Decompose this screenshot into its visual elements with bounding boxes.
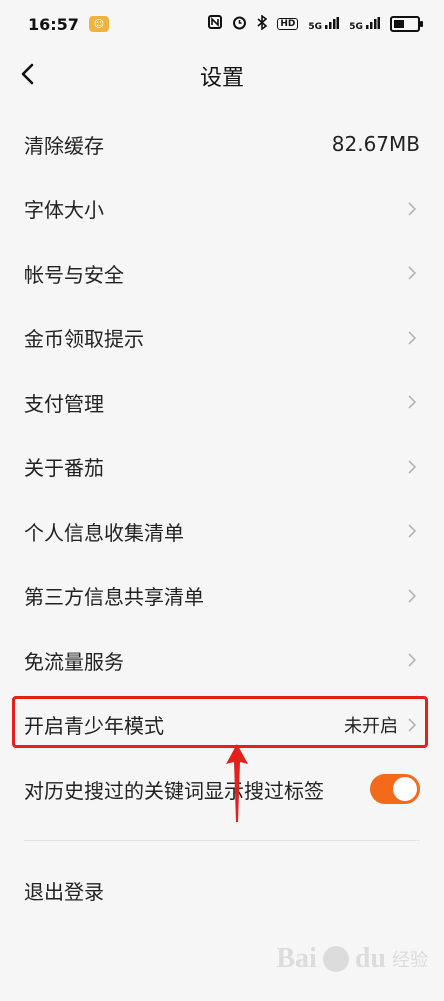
setting-font-size[interactable]: 字体大小	[0, 177, 444, 242]
signal-5g-icon: 5G	[349, 16, 380, 32]
battery-icon	[390, 16, 423, 32]
paw-icon	[322, 946, 349, 972]
chevron-right-icon	[404, 265, 420, 281]
setting-account-security[interactable]: 帐号与安全	[0, 241, 444, 306]
toggle-knob	[393, 777, 417, 802]
setting-free-data[interactable]: 免流量服务	[0, 628, 444, 693]
chevron-right-icon	[404, 459, 420, 475]
annotation-arrow-icon	[226, 744, 248, 822]
setting-third-party[interactable]: 第三方信息共享清单	[0, 564, 444, 629]
setting-label: 个人信息收集清单	[24, 520, 184, 545]
setting-label: 免流量服务	[24, 649, 124, 674]
bluetooth-icon	[257, 13, 268, 34]
chevron-right-icon	[404, 201, 420, 217]
chevron-right-icon	[404, 330, 420, 346]
logout-button[interactable]: 退出登录	[0, 858, 444, 923]
chevron-right-icon	[404, 523, 420, 539]
notification-app-icon: ☺	[88, 16, 109, 32]
setting-label: 字体大小	[24, 198, 104, 223]
setting-coin-reminder[interactable]: 金币领取提示	[0, 306, 444, 371]
alarm-icon	[232, 15, 247, 34]
setting-clear-cache[interactable]: 清除缓存 82.67MB	[0, 112, 444, 177]
setting-label: 清除缓存	[24, 133, 104, 158]
back-button[interactable]	[12, 58, 44, 90]
status-left: 16:57 ☺	[28, 15, 109, 34]
baidu-watermark-logo: Bai du 经验	[276, 943, 428, 975]
setting-label: 支付管理	[24, 391, 104, 416]
setting-label: 对历史搜过的关键词显示搜过标签	[24, 778, 324, 803]
setting-label: 关于番茄	[24, 456, 104, 481]
chevron-right-icon	[404, 588, 420, 604]
setting-personal-info[interactable]: 个人信息收集清单	[0, 499, 444, 564]
page-header: 设置	[0, 48, 444, 104]
cache-size-value: 82.67MB	[331, 132, 420, 157]
setting-label: 金币领取提示	[24, 327, 144, 352]
chevron-right-icon	[404, 394, 420, 410]
status-right: HD 5G 5G	[208, 13, 423, 34]
page-title: 设置	[199, 66, 244, 91]
setting-label: 第三方信息共享清单	[24, 585, 204, 610]
network-type-label: 5G	[308, 21, 323, 32]
search-tags-toggle[interactable]	[370, 774, 420, 805]
setting-payment[interactable]: 支付管理	[0, 370, 444, 435]
signal-5g-icon: 5G	[308, 16, 340, 32]
watermark-brand-text-2: du	[354, 943, 386, 974]
setting-search-tags: 对历史搜过的关键词显示搜过标签	[0, 757, 444, 822]
section-divider	[24, 840, 420, 841]
chevron-left-icon	[21, 63, 34, 85]
watermark-jingyan-text: 经验	[392, 950, 428, 971]
setting-label: 帐号与安全	[24, 262, 124, 287]
setting-about[interactable]: 关于番茄	[0, 435, 444, 500]
chevron-right-icon	[404, 652, 420, 668]
nfc-icon	[208, 15, 223, 33]
status-time: 16:57	[28, 14, 79, 34]
annotation-highlight-box	[12, 696, 428, 748]
status-bar: 16:57 ☺ HD 5G 5G	[0, 0, 444, 48]
hd-icon: HD	[277, 18, 299, 30]
logout-label: 退出登录	[24, 879, 104, 904]
watermark-brand-text: Bai	[276, 943, 317, 974]
network-type-label: 5G	[349, 21, 363, 32]
